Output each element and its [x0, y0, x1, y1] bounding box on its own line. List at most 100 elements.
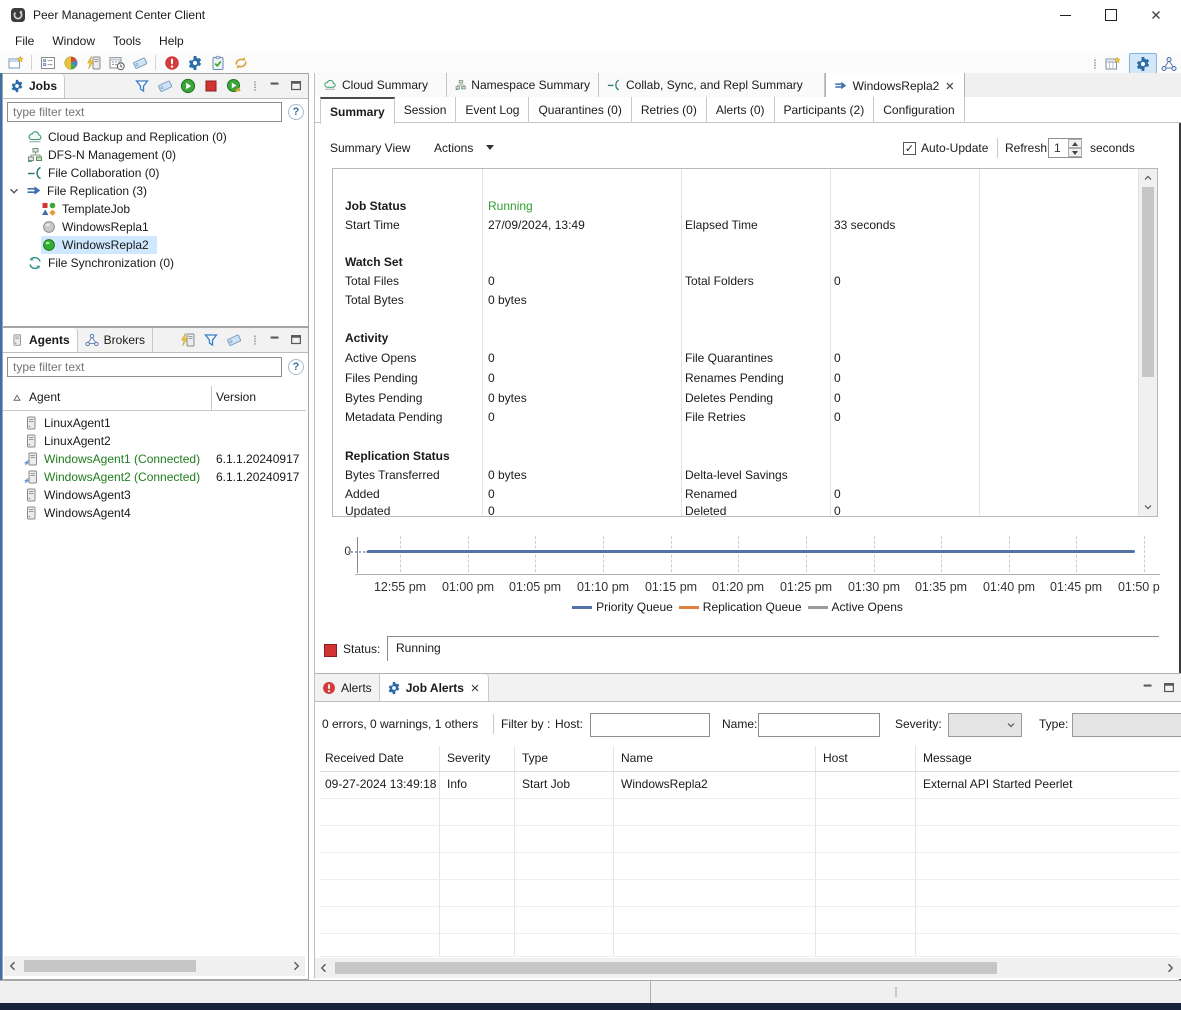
- alert-row-received[interactable]: 09-27-2024 13:49:18: [325, 772, 436, 797]
- alerts-horizontal-scrollbar[interactable]: [315, 958, 1181, 978]
- scroll-up-icon[interactable]: [1141, 171, 1155, 185]
- tree-item-windowsrepla1[interactable]: WindowsRepla1: [41, 218, 149, 236]
- stop-job-button[interactable]: [203, 78, 219, 94]
- close-window-button[interactable]: [1133, 0, 1178, 30]
- menu-tools[interactable]: Tools: [104, 30, 150, 52]
- scrollbar-thumb[interactable]: [335, 962, 997, 974]
- tab-job-alerts[interactable]: Job Alerts: [380, 674, 489, 701]
- severity-select[interactable]: [948, 713, 1022, 737]
- alert-row-severity[interactable]: Info: [447, 772, 467, 797]
- view-menu-button[interactable]: [249, 334, 261, 346]
- minimize-view-button[interactable]: [268, 333, 282, 347]
- column-header-host[interactable]: Host: [823, 746, 848, 771]
- perspective-overflow-button[interactable]: [1089, 54, 1101, 74]
- agent-row-windowsagent2[interactable]: WindowsAgent2 (Connected): [23, 468, 200, 486]
- subtab-alerts[interactable]: Alerts (0): [707, 97, 775, 123]
- tag-filter-button[interactable]: [157, 78, 173, 94]
- agents-filter-input[interactable]: [7, 357, 282, 377]
- agent-flash-icon-button[interactable]: [180, 332, 196, 348]
- menu-help[interactable]: Help: [150, 30, 193, 52]
- close-tab-icon[interactable]: [944, 80, 956, 92]
- column-divider[interactable]: [211, 386, 212, 410]
- filter-jobs-button[interactable]: [134, 78, 150, 94]
- statusbar-grip-icon[interactable]: [890, 986, 902, 998]
- alert-row-type[interactable]: Start Job: [522, 772, 570, 797]
- maximize-view-button[interactable]: [289, 79, 303, 93]
- menu-file[interactable]: File: [6, 30, 43, 52]
- column-header-agent[interactable]: Agent: [29, 390, 60, 404]
- dashboard-button[interactable]: [59, 53, 82, 73]
- agent-row-linuxagent1[interactable]: LinuxAgent1: [23, 414, 111, 432]
- agent-row-windowsagent3[interactable]: WindowsAgent3: [23, 486, 131, 504]
- restart-job-button[interactable]: [226, 78, 242, 94]
- scrollbar-thumb[interactable]: [1142, 187, 1154, 377]
- column-header-received-date[interactable]: Received Date: [325, 746, 404, 771]
- tags-button[interactable]: [128, 53, 151, 73]
- tree-item-windowsrepla2[interactable]: WindowsRepla2: [41, 236, 157, 254]
- scroll-right-icon[interactable]: [289, 959, 303, 973]
- management-perspective-button[interactable]: [1129, 53, 1157, 75]
- open-perspective-button[interactable]: [1101, 54, 1124, 74]
- alert-row-message[interactable]: External API Started Peerlet: [923, 772, 1072, 797]
- tab-alerts[interactable]: Alerts: [315, 674, 380, 701]
- tree-item-cloud-backup[interactable]: Cloud Backup and Replication (0): [27, 128, 227, 146]
- alert-row-name[interactable]: WindowsRepla2: [621, 772, 708, 797]
- minimize-view-button[interactable]: [1141, 681, 1155, 695]
- preferences-list-button[interactable]: [36, 53, 59, 73]
- agent-row-linuxagent2[interactable]: LinuxAgent2: [23, 432, 111, 450]
- tasks-button[interactable]: [206, 53, 229, 73]
- chevron-down-icon[interactable]: [7, 184, 21, 198]
- tab-cloud-summary[interactable]: Cloud Summary: [315, 73, 447, 97]
- view-menu-button[interactable]: [249, 80, 261, 92]
- scroll-down-icon[interactable]: [1141, 500, 1155, 514]
- jobs-filter-input[interactable]: [7, 102, 282, 122]
- spinner-down-button[interactable]: [1068, 148, 1082, 157]
- actions-menu-button[interactable]: Actions: [434, 141, 473, 155]
- host-filter-input[interactable]: [590, 713, 710, 737]
- close-tab-icon[interactable]: [469, 682, 481, 694]
- tab-brokers[interactable]: Brokers: [78, 328, 153, 352]
- tag-filter-button[interactable]: [226, 332, 242, 348]
- agent-row-windowsagent1[interactable]: WindowsAgent1 (Connected): [23, 450, 200, 468]
- type-select[interactable]: [1072, 713, 1181, 737]
- scroll-right-icon[interactable]: [1163, 961, 1177, 975]
- stop-status-icon[interactable]: [324, 644, 337, 657]
- agent-row-windowsagent4[interactable]: WindowsAgent4: [23, 504, 131, 522]
- name-filter-input[interactable]: [758, 713, 880, 737]
- tree-item-file-synchronization[interactable]: File Synchronization (0): [27, 254, 174, 272]
- new-job-button[interactable]: [4, 53, 27, 73]
- tree-item-file-replication[interactable]: File Replication (3): [7, 182, 147, 200]
- settings-button[interactable]: [183, 53, 206, 73]
- column-header-severity[interactable]: Severity: [447, 746, 490, 771]
- alerts-button[interactable]: [160, 53, 183, 73]
- maximize-view-button[interactable]: [1162, 681, 1176, 695]
- minimize-window-button[interactable]: [1043, 0, 1088, 30]
- jobs-filter-help-icon[interactable]: [288, 104, 304, 120]
- maximize-view-button[interactable]: [289, 333, 303, 347]
- minimize-view-button[interactable]: [268, 79, 282, 93]
- subtab-retries[interactable]: Retries (0): [632, 97, 707, 123]
- column-header-message[interactable]: Message: [923, 746, 972, 771]
- actions-dropdown-arrow-icon[interactable]: [486, 145, 494, 150]
- broker-perspective-button[interactable]: [1157, 54, 1180, 74]
- tree-item-dfsn-management[interactable]: DFS-N Management (0): [27, 146, 176, 164]
- scroll-left-icon[interactable]: [6, 959, 20, 973]
- tab-namespace-summary[interactable]: Namespace Summary: [447, 73, 599, 97]
- scroll-left-icon[interactable]: [317, 961, 331, 975]
- auto-update-checkbox[interactable]: [903, 142, 916, 155]
- subtab-session[interactable]: Session: [395, 97, 457, 123]
- summary-vertical-scrollbar[interactable]: [1138, 169, 1157, 516]
- subtab-summary[interactable]: Summary: [320, 97, 395, 124]
- agents-filter-help-icon[interactable]: [288, 359, 304, 375]
- filter-agents-button[interactable]: [203, 332, 219, 348]
- tab-agents[interactable]: Agents: [3, 328, 78, 352]
- column-header-type[interactable]: Type: [522, 746, 548, 771]
- refresh-all-button[interactable]: [229, 53, 252, 73]
- schedule-button[interactable]: [105, 53, 128, 73]
- menu-window[interactable]: Window: [43, 30, 104, 52]
- tree-item-file-collaboration[interactable]: File Collaboration (0): [27, 164, 159, 182]
- tab-collab-sync-repl-summary[interactable]: Collab, Sync, and Repl Summary: [599, 73, 825, 97]
- agent-updates-button[interactable]: [82, 53, 105, 73]
- tab-jobs[interactable]: Jobs: [3, 74, 65, 98]
- subtab-quarantines[interactable]: Quarantines (0): [529, 97, 631, 123]
